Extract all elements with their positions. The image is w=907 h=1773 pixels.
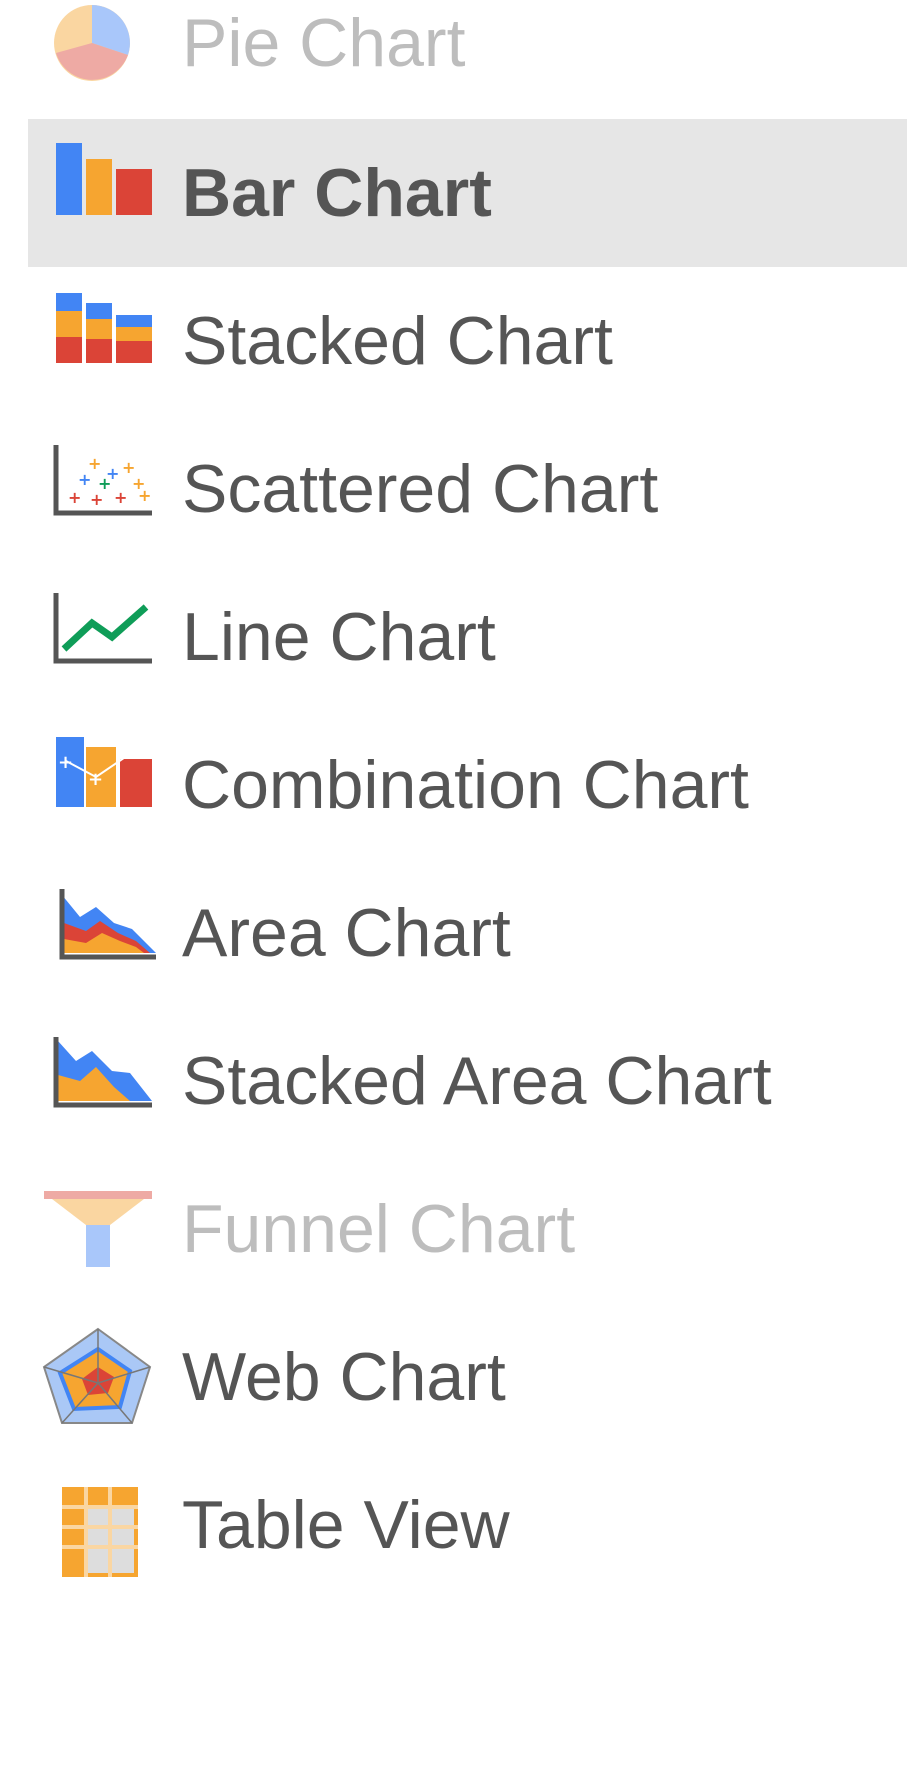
- menu-item-label: Web Chart: [182, 1339, 506, 1415]
- menu-item-line-chart[interactable]: Line Chart: [0, 563, 907, 711]
- svg-text:+: +: [90, 490, 103, 509]
- stacked-chart-icon: [40, 291, 160, 391]
- svg-text:+: +: [58, 752, 73, 773]
- menu-item-combination-chart[interactable]: + + + Combination Chart: [0, 711, 907, 859]
- menu-item-label: Line Chart: [182, 599, 496, 675]
- table-view-icon: [40, 1483, 160, 1583]
- menu-item-pie-chart[interactable]: Pie Chart: [0, 0, 907, 117]
- svg-text:+: +: [88, 769, 103, 790]
- menu-item-label: Area Chart: [182, 895, 511, 971]
- menu-item-label: Combination Chart: [182, 747, 749, 823]
- menu-item-label: Stacked Chart: [182, 303, 613, 379]
- menu-item-label: Scattered Chart: [182, 451, 659, 527]
- svg-text:+: +: [68, 488, 81, 507]
- menu-item-scattered-chart[interactable]: + + + + + + + + + + Scattered Chart: [0, 415, 907, 563]
- svg-text:+: +: [132, 739, 147, 760]
- area-chart-icon: [40, 883, 160, 983]
- svg-text:+: +: [78, 470, 91, 489]
- menu-item-bar-chart[interactable]: Bar Chart: [0, 119, 907, 267]
- pie-chart-icon: [40, 0, 160, 93]
- web-chart-icon: [40, 1327, 160, 1427]
- stacked-area-chart-icon: [40, 1031, 160, 1131]
- menu-item-label: Pie Chart: [182, 5, 466, 81]
- menu-item-area-chart[interactable]: Area Chart: [0, 859, 907, 1007]
- menu-item-web-chart[interactable]: Web Chart: [0, 1303, 907, 1451]
- menu-item-label: Bar Chart: [182, 155, 492, 231]
- bar-chart-icon: [40, 143, 160, 243]
- menu-item-stacked-chart[interactable]: Stacked Chart: [0, 267, 907, 415]
- svg-text:+: +: [138, 486, 151, 505]
- chart-type-menu: Pie Chart Bar Chart Stacked Chart + + + …: [0, 0, 907, 1773]
- menu-item-table-view[interactable]: Table View: [0, 1451, 907, 1599]
- menu-item-stacked-area-chart[interactable]: Stacked Area Chart: [0, 1007, 907, 1155]
- line-chart-icon: [40, 587, 160, 687]
- svg-text:+: +: [114, 488, 127, 507]
- funnel-chart-icon: [40, 1179, 160, 1279]
- scatter-chart-icon: + + + + + + + + + +: [40, 439, 160, 539]
- menu-item-label: Table View: [182, 1487, 510, 1563]
- combination-chart-icon: + + +: [40, 735, 160, 835]
- menu-item-label: Stacked Area Chart: [182, 1043, 772, 1119]
- menu-item-funnel-chart[interactable]: Funnel Chart: [0, 1155, 907, 1303]
- menu-item-label: Funnel Chart: [182, 1191, 576, 1267]
